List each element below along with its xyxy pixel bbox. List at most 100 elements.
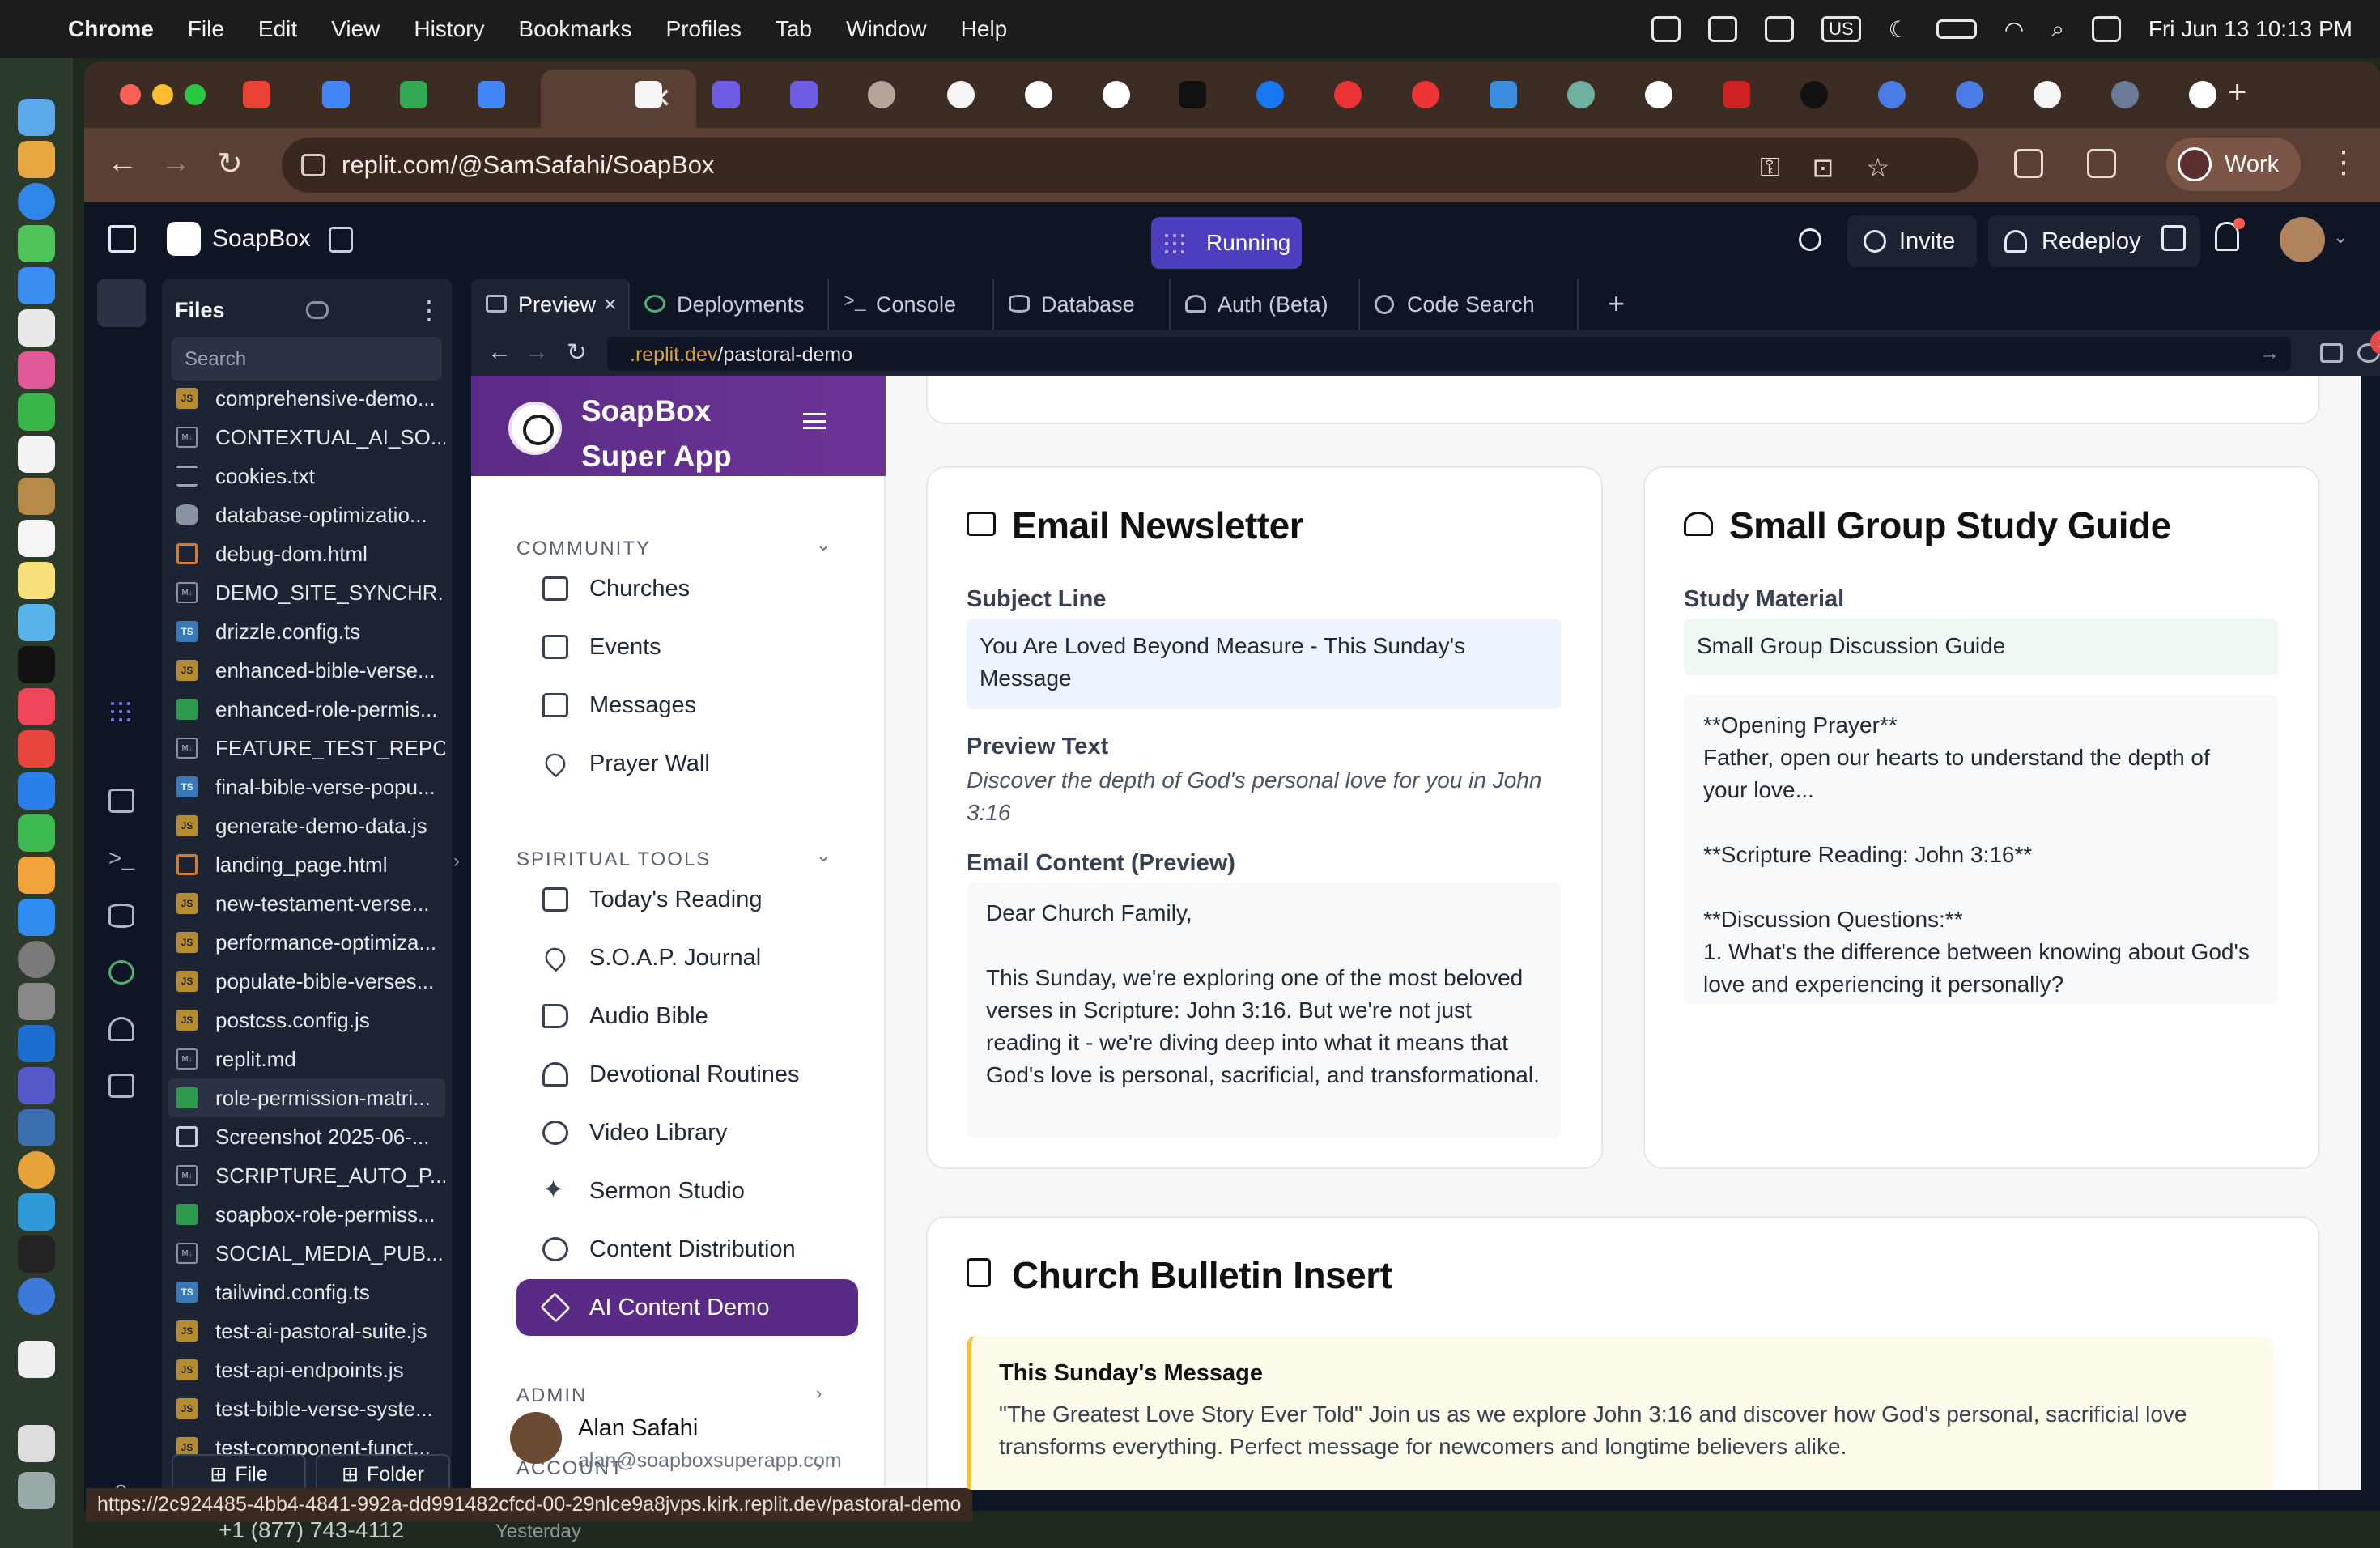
file-tree-item[interactable]: JS postcss.config.js [168,1001,445,1040]
dock-notes-icon[interactable] [18,562,55,599]
file-tree-item[interactable]: M↓ SOCIAL_MEDIA_PUB... [168,1234,445,1273]
dock-messages-icon[interactable] [18,225,55,262]
close-tab-icon[interactable]: × [604,291,617,317]
file-tree-item[interactable]: TS drizzle.config.ts [168,612,445,651]
extensions-puzzle-icon[interactable] [2014,149,2043,178]
tab-site-icon[interactable] [635,81,662,108]
input-source-indicator[interactable]: US [1821,16,1861,42]
project-name[interactable]: SoapBox [212,225,311,253]
bookmark-star-icon[interactable]: ☆ [1866,152,1889,183]
menu-view[interactable]: View [331,16,380,42]
password-key-icon[interactable]: ⚿ [1760,152,1779,183]
active-browser-tab[interactable]: ✕ [541,70,696,128]
dock-contacts-icon[interactable] [18,478,55,515]
notifications-bell-icon[interactable] [2215,218,2245,251]
add-tab-icon[interactable]: + [1608,287,1625,321]
file-tree-item[interactable]: debug-dom.html [168,534,445,573]
preview-tool-icon[interactable] [108,789,134,813]
do-not-disturb-icon[interactable]: ☾ [1889,16,1909,43]
nav-events[interactable]: Events [516,619,858,675]
tab-x-icon[interactable] [1179,81,1206,108]
tab-code-search[interactable]: Code Search [1360,279,1579,330]
back-arrow-icon[interactable]: ← [107,146,138,181]
browser-menu-icon[interactable]: ⋮ [2328,144,2359,181]
tab-google-4-icon[interactable] [2189,81,2216,108]
webview-back-icon[interactable]: ← [487,338,512,366]
status-icon-3[interactable] [1765,16,1795,42]
webview-reload-icon[interactable]: ↻ [567,338,587,367]
file-tree-item[interactable]: JS enhanced-bible-verse... [168,651,445,690]
device-preview-icon[interactable] [2320,343,2343,363]
file-tree-item[interactable]: TS final-bible-verse-popu... [168,768,445,806]
menu-tab[interactable]: Tab [776,16,812,42]
hamburger-menu-icon[interactable] [803,413,826,429]
section-community[interactable]: COMMUNITY ⌄ [516,534,831,560]
file-tree-item[interactable]: M↓ SCRIPTURE_AUTO_P... [168,1156,445,1195]
open-url-arrow-icon[interactable]: → [2259,342,2280,365]
file-tree-item[interactable]: Screenshot 2025-06-... [168,1117,445,1156]
spotlight-search-icon[interactable]: ⌕ [2051,16,2064,43]
wifi-icon[interactable]: ◠ [2004,16,2024,43]
dock-teams-icon[interactable] [18,1067,55,1104]
user-avatar[interactable] [2280,217,2325,262]
menu-edit[interactable]: Edit [258,16,297,42]
auth-tool-icon[interactable] [108,1017,134,1041]
home-icon[interactable] [108,225,136,253]
control-center-icon[interactable] [2091,16,2121,42]
tab-docs-2-icon[interactable] [478,81,505,108]
new-tab-button[interactable]: + [2228,74,2246,111]
project-logo[interactable] [167,222,201,256]
file-search-input[interactable]: Search [172,337,442,381]
nav-prayer-wall[interactable]: Prayer Wall [516,735,858,792]
menu-app-name[interactable]: Chrome [68,16,154,42]
soapbox-logo[interactable] [508,402,562,455]
tab-preview[interactable]: Preview × [471,279,630,330]
profile-button[interactable]: Work [2166,138,2301,191]
dock-safari-icon[interactable] [18,183,55,220]
file-tree-item[interactable]: enhanced-role-permis... [168,690,445,729]
dock-remote-desktop-icon[interactable] [18,1109,55,1146]
tab-database[interactable]: Database [994,279,1171,330]
status-icon-2[interactable] [1708,16,1738,42]
tab-google-3-icon[interactable] [1645,81,1672,108]
close-window-button[interactable] [120,84,141,105]
dock-pages-icon[interactable] [18,857,55,894]
nav-todays-reading[interactable]: Today's Reading [516,871,858,928]
status-icon-1[interactable] [1651,16,1681,42]
nav-content-distribution[interactable]: Content Distribution [516,1221,858,1278]
menubar-clock[interactable]: Fri Jun 13 10:13 PM [2148,16,2352,42]
dock-chrome-icon[interactable] [18,1151,55,1189]
dock-tv-icon[interactable] [18,646,55,683]
dock-app-store-icon[interactable] [18,899,55,936]
tab-openai-icon[interactable] [947,81,975,108]
nav-soap-journal[interactable]: S.O.A.P. Journal [516,929,858,986]
tab-red-icon[interactable] [1334,81,1362,108]
forward-arrow-icon[interactable]: → [160,146,191,181]
menu-profiles[interactable]: Profiles [666,16,742,42]
dock-launchpad-icon[interactable] [18,141,55,178]
file-tree-item[interactable]: cookies.txt [168,457,445,495]
nav-devotional-routines[interactable]: Devotional Routines [516,1046,858,1103]
tab-github-icon[interactable] [2034,81,2061,108]
dock-facetime-icon[interactable] [18,393,55,431]
file-tree-item[interactable]: JS test-bible-verse-syste... [168,1389,445,1428]
dock-finder-icon[interactable] [18,99,55,136]
nav-sermon-studio[interactable]: ✦ Sermon Studio [516,1163,858,1219]
dock-outlook-icon[interactable] [18,1025,55,1062]
address-bar-url[interactable]: replit.com/@SamSafahi/SoapBox [342,151,715,180]
file-tree-item[interactable]: TS tailwind.config.ts [168,1273,445,1312]
tab-tesla-icon[interactable] [1723,81,1750,108]
copy-icon[interactable] [2161,225,2186,251]
dock-reminders-icon[interactable] [18,520,55,557]
dock-keynote-icon[interactable] [18,772,55,810]
tab-sheets-icon[interactable] [400,81,427,108]
dock-numbers-icon[interactable] [18,814,55,852]
dock-zoom-icon[interactable] [18,1193,55,1231]
tab-red-2-icon[interactable] [1412,81,1439,108]
address-bar[interactable]: replit.com/@SamSafahi/SoapBox ⚿ ⊡ ☆ [282,138,1978,193]
nav-audio-bible[interactable]: Audio Bible [516,988,858,1044]
console-tool-icon[interactable]: >_ [108,845,134,870]
zoom-window-button[interactable] [185,84,206,105]
dock-1password-icon[interactable] [18,1278,55,1315]
file-tree-item[interactable]: JS test-api-endpoints.js [168,1350,445,1389]
